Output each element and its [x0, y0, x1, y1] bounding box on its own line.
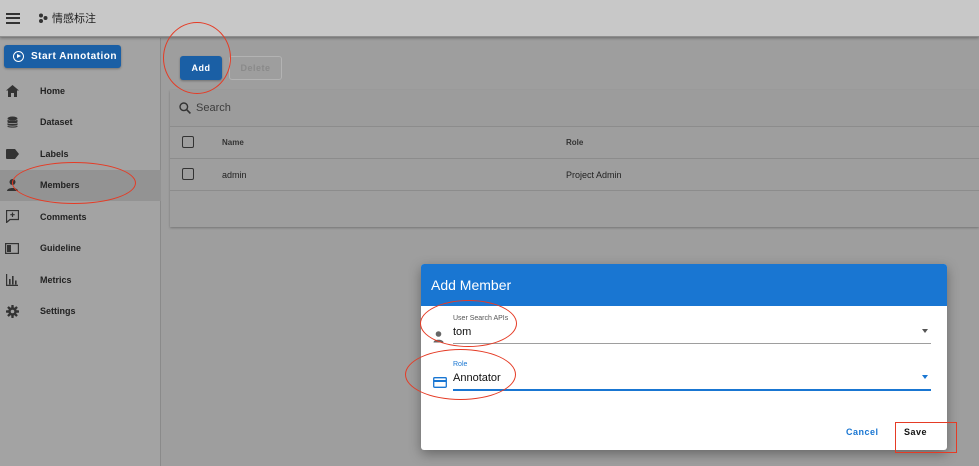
- add-member-dialog: Add Member User Search APIs tom Role Ann…: [421, 264, 947, 450]
- chevron-down-icon[interactable]: [922, 375, 928, 379]
- role-select-field[interactable]: Role Annotator: [431, 361, 931, 395]
- play-circle-icon: [13, 51, 24, 62]
- user-search-value[interactable]: tom: [453, 326, 471, 338]
- chevron-down-icon[interactable]: [922, 329, 928, 333]
- sidebar-item-label: Dataset: [40, 117, 73, 128]
- sidebar-item-label: Labels: [40, 148, 69, 159]
- sidebar-item-guideline[interactable]: Guideline: [0, 233, 161, 265]
- book-icon: [5, 241, 19, 255]
- sidebar-item-dataset[interactable]: Dataset: [0, 107, 161, 139]
- user-search-field[interactable]: User Search APIs tom: [431, 315, 931, 349]
- sidebar-item-label: Metrics: [40, 274, 72, 285]
- sidebar-item-label: Settings: [40, 306, 76, 317]
- chart-icon: [5, 273, 19, 287]
- hamburger-menu-icon[interactable]: [6, 12, 20, 24]
- database-icon: [5, 115, 19, 129]
- add-button[interactable]: Add: [180, 56, 222, 80]
- account-icon: [433, 331, 444, 343]
- role-label: Role: [453, 361, 468, 368]
- member-name: admin: [222, 170, 247, 180]
- sidebar-nav: Home Dataset Labels Members Comments Gui…: [0, 75, 161, 327]
- row-checkbox[interactable]: [182, 168, 194, 180]
- field-underline: [453, 343, 931, 344]
- start-annotation-label: Start Annotation: [31, 51, 117, 62]
- search-icon: [179, 102, 191, 114]
- sidebar-item-comments[interactable]: Comments: [0, 201, 161, 233]
- role-value[interactable]: Annotator: [453, 372, 501, 384]
- sidebar-item-label: Home: [40, 85, 66, 96]
- sidebar-item-metrics[interactable]: Metrics: [0, 264, 161, 296]
- user-search-label: User Search APIs: [453, 315, 509, 322]
- search-bar[interactable]: Search: [170, 90, 979, 127]
- dialog-title: Add Member: [421, 264, 947, 306]
- field-underline: [453, 389, 931, 391]
- table-row[interactable]: admin Project Admin: [170, 159, 979, 191]
- cancel-button[interactable]: Cancel: [846, 427, 879, 437]
- sidebar-item-label: Members: [40, 180, 80, 191]
- sidebar-item-label: Guideline: [40, 243, 82, 254]
- search-input[interactable]: Search: [196, 102, 231, 114]
- sidebar: Start Annotation Home Dataset Labels Mem…: [0, 38, 161, 466]
- column-header-role[interactable]: Role: [566, 138, 583, 147]
- member-role: Project Admin: [566, 170, 622, 180]
- start-annotation-button[interactable]: Start Annotation: [4, 45, 121, 68]
- sidebar-item-members[interactable]: Members: [0, 169, 161, 201]
- app-brand[interactable]: 情感标注: [38, 10, 96, 26]
- save-button[interactable]: Save: [904, 427, 927, 437]
- select-all-checkbox[interactable]: [182, 136, 194, 148]
- table-header-row: Name Role: [170, 127, 979, 159]
- account-icon: [5, 178, 19, 192]
- comment-icon: [5, 210, 19, 224]
- sidebar-item-label: Comments: [40, 211, 87, 222]
- delete-button[interactable]: Delete: [229, 56, 282, 80]
- members-table-card: Search Name Role admin Project Admin: [170, 90, 979, 227]
- gear-icon: [5, 304, 19, 318]
- project-logo-icon: [39, 13, 48, 23]
- app-bar: 情感标注: [0, 0, 979, 37]
- home-icon: [5, 84, 19, 98]
- sidebar-item-settings[interactable]: Settings: [0, 296, 161, 328]
- app-title: 情感标注: [52, 13, 96, 25]
- sidebar-item-home[interactable]: Home: [0, 75, 161, 107]
- column-header-name[interactable]: Name: [222, 138, 244, 147]
- label-icon: [5, 147, 19, 161]
- card-icon: [433, 377, 447, 388]
- sidebar-item-labels[interactable]: Labels: [0, 138, 161, 170]
